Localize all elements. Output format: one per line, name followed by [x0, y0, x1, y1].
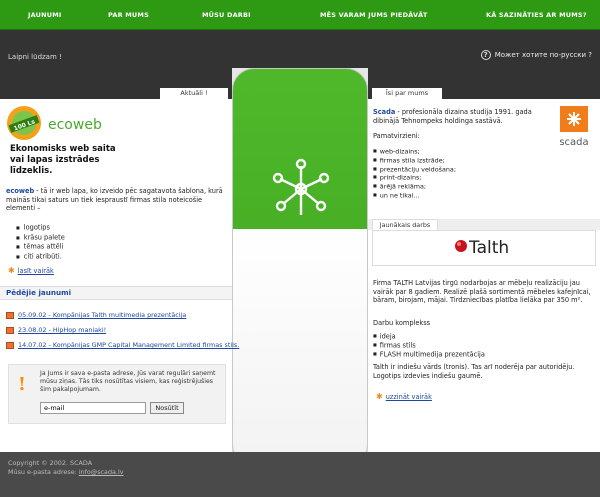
work-note: Talth ir indiešu vārds (tronis). Tas arī… — [373, 363, 575, 380]
welcome-text: Laipni lūdzam ! — [8, 53, 62, 61]
nav-piedavajumi[interactable]: MĒS VARAM JUMS PIEDĀVĀT — [320, 11, 428, 19]
tab-jaunakais-darbs[interactable]: Jaunākais darbs — [372, 219, 438, 230]
footer-email-label: Mūsu e-pasta adrese: — [8, 468, 79, 476]
news-item-label: 05.09.02 - Kompānijas Talth multimedia p… — [18, 311, 187, 319]
promo-intro-text: - tā ir web lapa, ko izveido pēc sagatav… — [6, 187, 223, 212]
promo-intro-brand: ecoweb — [6, 187, 35, 195]
news-item-label: 14.07.02 - Kompānijas GMP Capital Manage… — [18, 341, 240, 349]
tab-aktuali[interactable]: Aktuāli ! — [160, 88, 228, 99]
news-item[interactable]: 23.08.02 - HipHop maniaki! — [6, 326, 230, 334]
logo-text: ecoweb — [48, 117, 102, 133]
scada-logo-text: scada — [559, 137, 588, 148]
services-list: web-dizains; firmas stila izstrāde; prez… — [373, 147, 456, 200]
news-item[interactable]: 05.09.02 - Kompānijas Talth multimedia p… — [6, 311, 230, 319]
news-icon — [6, 311, 14, 319]
list-item: ārējā reklāma; — [373, 182, 456, 191]
nav-par-mums[interactable]: PAR MUMS — [108, 11, 149, 19]
list-item: web-dizains; — [373, 147, 456, 156]
list-item: citi atribūti. — [16, 252, 65, 262]
nav-kontakti[interactable]: KĀ SAZINĀTIES AR MUMS? — [486, 11, 587, 19]
scada-logo: scada — [559, 106, 589, 148]
newsletter-text: Ja Jums ir savа e-pasta adrese, Jūs vara… — [40, 370, 216, 393]
tab-isi-par-mums[interactable]: Īsi par mums — [372, 88, 442, 99]
promo-intro: ecoweb - tā ir web lapa, ko izveido pēc … — [6, 187, 226, 213]
about-description: - profesionāla dizaina studija 1991. gad… — [373, 108, 532, 125]
question-icon: ? — [480, 50, 491, 60]
nav-jaunumi[interactable]: JAUNUMI — [28, 11, 62, 19]
footer-email: Mūsu e-pasta adrese: info@scada.lv — [8, 468, 124, 476]
list-item: tēmas attēli — [16, 242, 65, 252]
package-heading: Darbu komplekss — [373, 319, 431, 327]
ecoweb-logo: 100 Ls ecoweb — [7, 106, 102, 140]
news-icon — [6, 326, 14, 334]
list-item: print-dizains; — [373, 173, 456, 182]
feature-list: logotips krāsu palete tēmas attēli citi … — [10, 223, 65, 261]
talth-logo[interactable]: Talth — [452, 234, 522, 260]
list-item: un ne tikai... — [373, 191, 456, 200]
news-icon — [6, 341, 14, 349]
news-item-label: 23.08.02 - HipHop maniaki! — [18, 326, 107, 334]
language-switch-link[interactable]: ? Может хотите по-русски ? — [480, 50, 592, 60]
learn-more-link[interactable]: ✱ uzzināt vairāk — [376, 392, 432, 401]
news-item[interactable]: 14.07.02 - Kompānijas GMP Capital Manage… — [6, 341, 239, 349]
exclamation-icon: ! — [18, 374, 26, 395]
top-navigation: JAUNUMI PAR MUMS MŪSU DARBI MĒS VARAM JU… — [0, 0, 600, 30]
read-more-label: lasīt vairāk — [17, 267, 54, 275]
nav-musu-darbi[interactable]: MŪSU DARBI — [202, 11, 251, 19]
read-more-link[interactable]: ✱ lasīt vairāk — [8, 266, 54, 275]
list-item: prezentāciju veidošana; — [373, 165, 456, 174]
language-switch-label: Может хотите по-русски ? — [494, 51, 592, 59]
copyright-text: Copyright © 2002. SCADA — [8, 459, 93, 467]
promo-title: Ekonomisks web saita vai lapas izstrādes… — [10, 144, 116, 176]
list-item: ideja — [373, 332, 485, 341]
molecule-icon — [272, 158, 330, 215]
list-item: firmas stils — [373, 341, 485, 350]
talth-logo-text: Talth — [468, 238, 509, 258]
list-item: krāsu palete — [16, 233, 65, 243]
news-title: Pēdējie jaunumi — [6, 288, 72, 297]
star-icon: ✱ — [376, 392, 383, 401]
services-heading: Pamatvirzieni: — [373, 132, 420, 140]
pillar-lower-section — [233, 229, 367, 467]
learn-more-label: uzzināt vairāk — [385, 393, 432, 401]
footer-email-link[interactable]: info@scada.lv — [79, 468, 124, 476]
package-list: ideja firmas stils FLASH multimedija pre… — [373, 332, 485, 358]
email-field[interactable] — [40, 402, 146, 414]
list-item: logotips — [16, 223, 65, 233]
about-text: Scada - profesionāla dizaina studija 199… — [373, 108, 553, 125]
work-description: Firma TALTH Latvijas tirgū nodarbojas ar… — [373, 279, 591, 304]
submit-button[interactable]: Nosūtīt — [150, 402, 184, 414]
list-item: firmas stila izstrāde; — [373, 156, 456, 165]
star-icon: ✱ — [8, 266, 15, 275]
list-item: FLASH multimedija prezentācija — [373, 350, 485, 359]
about-company-name: Scada — [373, 108, 396, 116]
center-pillar — [232, 68, 368, 468]
